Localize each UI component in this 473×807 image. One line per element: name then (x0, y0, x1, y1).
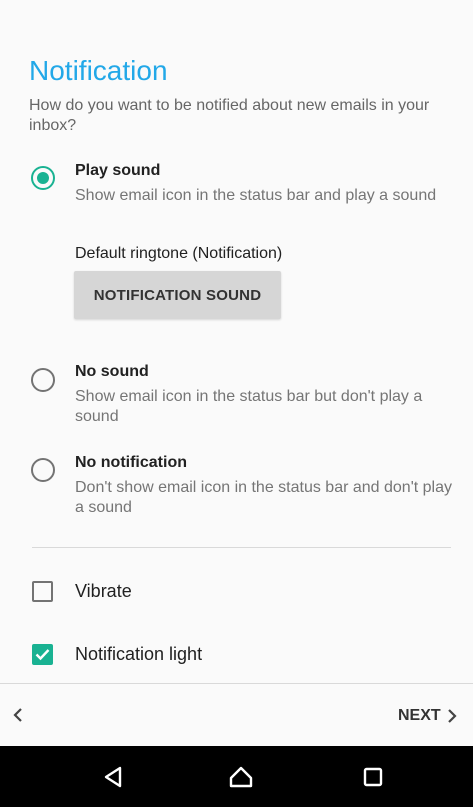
system-navigation-bar (0, 746, 473, 807)
recents-square-icon[interactable] (358, 762, 388, 792)
notification-setup-screen: Notification How do you want to be notif… (0, 0, 473, 807)
option-title: No notification (75, 454, 187, 471)
option-title: No sound (75, 363, 149, 380)
radio-no-sound[interactable] (31, 368, 55, 392)
ringtone-label: Default ringtone (Notification) (75, 245, 283, 262)
back-triangle-icon[interactable] (98, 762, 128, 792)
option-description: Show email icon in the status bar but do… (75, 388, 423, 425)
home-icon[interactable] (226, 762, 256, 792)
option-title: Play sound (75, 162, 161, 179)
radio-no-notification[interactable] (31, 458, 55, 482)
page-subtitle: How do you want to be notified about new… (29, 97, 430, 134)
radio-play-sound[interactable] (31, 166, 55, 190)
next-label: NEXT (398, 707, 441, 724)
checkmark-icon (35, 649, 50, 661)
notification-sound-button[interactable]: NOTIFICATION SOUND (74, 271, 281, 319)
notification-light-label: Notification light (75, 644, 203, 664)
notification-light-checkbox[interactable] (32, 644, 53, 665)
notification-light-row[interactable]: Notification light (0, 641, 473, 671)
page-title: Notification (29, 55, 168, 86)
option-description: Don't show email icon in the status bar … (75, 479, 452, 516)
next-button[interactable]: NEXT (398, 704, 463, 728)
vibrate-row[interactable]: Vibrate (0, 578, 473, 608)
vibrate-checkbox[interactable] (32, 581, 53, 602)
vibrate-label: Vibrate (75, 581, 132, 601)
chevron-right-icon (447, 709, 457, 723)
footer-divider (0, 683, 473, 684)
chevron-left-icon[interactable] (9, 703, 29, 727)
section-divider (32, 547, 451, 548)
option-description: Show email icon in the status bar and pl… (75, 187, 437, 204)
